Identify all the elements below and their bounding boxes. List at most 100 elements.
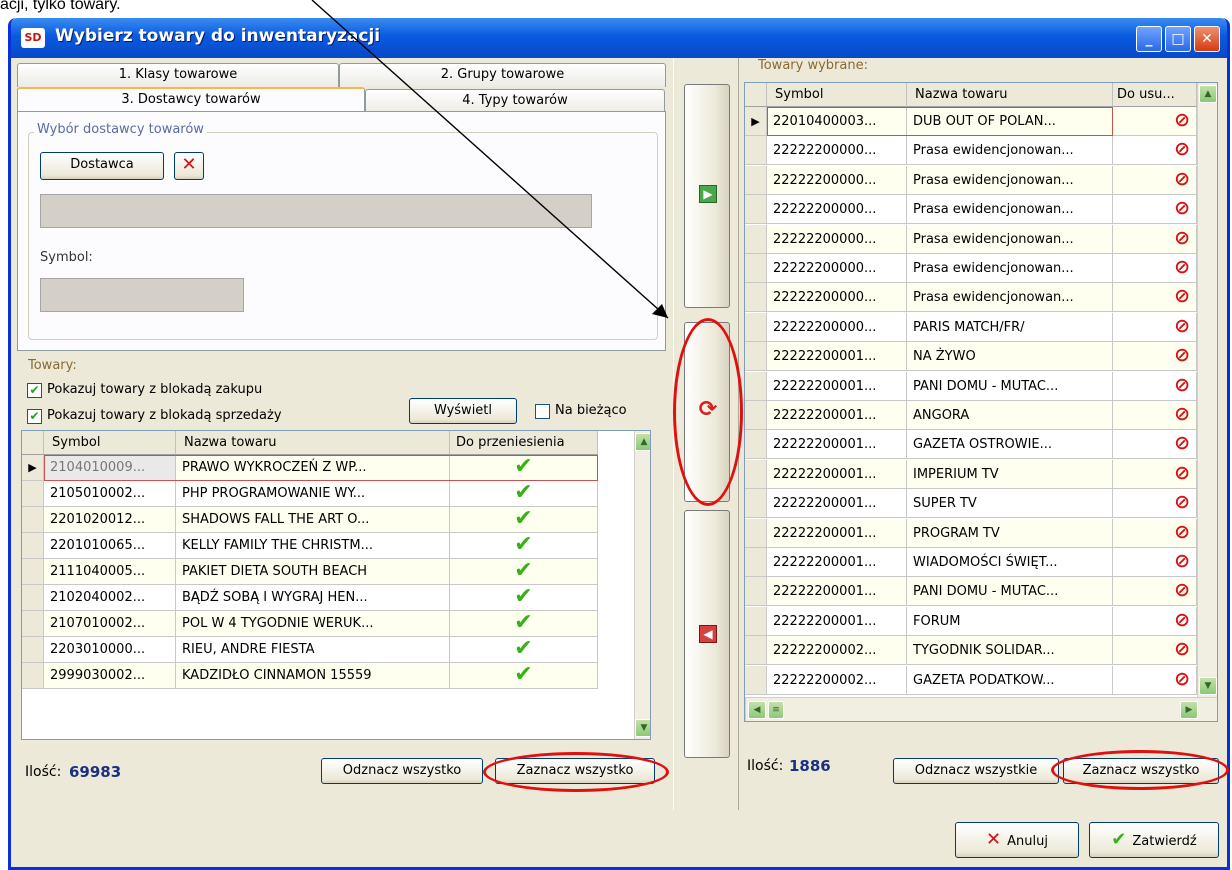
- table-cell-name[interactable]: Prasa ewidencjonowan...: [907, 165, 1113, 195]
- check-icon[interactable]: ✔: [450, 585, 598, 611]
- table-cell-symbol[interactable]: 22222200001...: [767, 518, 907, 548]
- table-cell-symbol[interactable]: 2102040002...: [44, 585, 176, 611]
- table-cell-name[interactable]: GAZETA PODATKOW...: [907, 665, 1113, 695]
- table-cell-symbol[interactable]: 22222200001...: [767, 430, 907, 460]
- table-cell-symbol[interactable]: 22222200001...: [767, 342, 907, 372]
- remove-icon[interactable]: ⊘: [1113, 548, 1197, 577]
- tab-suppliers[interactable]: 3. Dostawcy towarów: [17, 87, 365, 111]
- table-cell-symbol[interactable]: 2105010002...: [44, 481, 176, 507]
- clear-supplier-icon[interactable]: ✕: [174, 152, 204, 180]
- check-icon[interactable]: ✔: [450, 663, 598, 689]
- row-selector[interactable]: [745, 665, 767, 695]
- maximize-button[interactable]: □: [1165, 26, 1191, 52]
- table-cell-symbol[interactable]: 2203010000...: [44, 637, 176, 663]
- table-cell-symbol[interactable]: 22222200000...: [767, 224, 907, 254]
- row-selector[interactable]: ▶: [745, 107, 767, 136]
- remove-icon[interactable]: ⊘: [1113, 636, 1197, 666]
- symbol-field[interactable]: [40, 278, 244, 312]
- confirm-button[interactable]: ✔ Zatwierdź: [1089, 822, 1219, 858]
- table-cell-name[interactable]: PROGRAM TV: [907, 518, 1113, 548]
- supplier-button[interactable]: Dostawca: [40, 152, 164, 180]
- table-cell-symbol[interactable]: 22222200000...: [767, 136, 907, 166]
- table-cell-name[interactable]: KELLY FAMILY THE CHRISTM...: [176, 533, 450, 559]
- table-cell-name[interactable]: TYGODNIK SOLIDAR...: [907, 636, 1113, 666]
- table-cell-name[interactable]: PRAWO WYKROCZEŃ Z WP...: [176, 455, 450, 481]
- scroll-up-icon[interactable]: ▲: [1199, 85, 1217, 103]
- remove-icon[interactable]: ⊘: [1113, 224, 1197, 254]
- table-cell-symbol[interactable]: 22222200001...: [767, 606, 907, 636]
- table-cell-symbol[interactable]: 2104010009...: [44, 455, 176, 481]
- table-cell-name[interactable]: BĄDŹ SOBĄ I WYGRAJ HEN...: [176, 585, 450, 611]
- remove-icon[interactable]: ⊘: [1113, 430, 1197, 460]
- scroll-up-icon[interactable]: ▲: [635, 433, 650, 451]
- scroll-down-icon[interactable]: ▼: [635, 719, 650, 737]
- table-cell-symbol[interactable]: 22222200000...: [767, 195, 907, 225]
- check-icon[interactable]: ✔: [450, 455, 598, 481]
- table-cell-name[interactable]: SHADOWS FALL THE ART O...: [176, 507, 450, 533]
- live-checkbox[interactable]: ✔: [535, 404, 550, 419]
- column-header-symbol[interactable]: Symbol: [767, 83, 907, 107]
- remove-icon[interactable]: ⊘: [1113, 401, 1197, 430]
- table-cell-name[interactable]: PANI DOMU - MUTAC...: [907, 577, 1113, 607]
- row-selector[interactable]: [745, 254, 767, 283]
- column-header-transfer[interactable]: Do przeniesienia: [450, 431, 598, 455]
- row-selector[interactable]: [745, 518, 767, 548]
- table-cell-name[interactable]: Prasa ewidencjonowan...: [907, 254, 1113, 283]
- row-selector[interactable]: [22, 507, 44, 533]
- row-selector[interactable]: [22, 585, 44, 611]
- supplier-name-field[interactable]: [40, 194, 592, 228]
- table-cell-symbol[interactable]: 22222200000...: [767, 254, 907, 283]
- row-selector[interactable]: [745, 459, 767, 489]
- row-selector[interactable]: [745, 636, 767, 666]
- table-cell-symbol[interactable]: 2107010002...: [44, 611, 176, 637]
- table-cell-name[interactable]: WIADOMOŚCI ŚWIĘT...: [907, 548, 1113, 577]
- row-selector[interactable]: [745, 430, 767, 460]
- column-header-symbol[interactable]: Symbol: [44, 431, 176, 455]
- title-bar[interactable]: SD Wybierz towary do inwentaryzacji _ □ …: [11, 18, 1227, 58]
- move-left-button[interactable]: ◀: [684, 510, 730, 758]
- selected-vscrollbar[interactable]: ▲ ▼: [1197, 83, 1217, 697]
- scroll-thumb[interactable]: ≡: [768, 701, 784, 719]
- remove-icon[interactable]: ⊘: [1113, 371, 1197, 401]
- column-header-name[interactable]: Nazwa towaru: [907, 83, 1113, 107]
- tab-product-types[interactable]: 4. Typy towarów: [365, 89, 665, 113]
- cancel-button[interactable]: ✕ Anuluj: [955, 822, 1079, 858]
- table-cell-symbol[interactable]: 22222200001...: [767, 371, 907, 401]
- row-selector[interactable]: [745, 165, 767, 195]
- table-cell-name[interactable]: Prasa ewidencjonowan...: [907, 195, 1113, 225]
- table-cell-name[interactable]: Prasa ewidencjonowan...: [907, 283, 1113, 313]
- table-cell-symbol[interactable]: 22222200001...: [767, 459, 907, 489]
- table-cell-name[interactable]: PANI DOMU - MUTAC...: [907, 371, 1113, 401]
- table-cell-symbol[interactable]: 22222200000...: [767, 312, 907, 342]
- row-selector[interactable]: [745, 312, 767, 342]
- table-cell-name[interactable]: DUB OUT OF POLAN...: [907, 107, 1113, 136]
- table-cell-symbol[interactable]: 2201020012...: [44, 507, 176, 533]
- minimize-button[interactable]: _: [1136, 26, 1162, 52]
- row-selector[interactable]: [22, 637, 44, 663]
- column-header-name[interactable]: Nazwa towaru: [176, 431, 450, 455]
- remove-icon[interactable]: ⊘: [1113, 518, 1197, 548]
- row-selector[interactable]: [745, 548, 767, 577]
- remove-icon[interactable]: ⊘: [1113, 195, 1197, 225]
- remove-icon[interactable]: ⊘: [1113, 165, 1197, 195]
- row-selector[interactable]: [22, 611, 44, 637]
- check-icon[interactable]: ✔: [450, 533, 598, 559]
- scroll-right-icon[interactable]: ▶: [1180, 701, 1198, 719]
- row-selector[interactable]: [745, 342, 767, 372]
- table-cell-symbol[interactable]: 22222200000...: [767, 283, 907, 313]
- row-selector[interactable]: [22, 481, 44, 507]
- remove-icon[interactable]: ⊘: [1113, 254, 1197, 283]
- check-icon[interactable]: ✔: [450, 637, 598, 663]
- row-selector[interactable]: [745, 606, 767, 636]
- row-selector[interactable]: ▶: [22, 455, 44, 481]
- remove-icon[interactable]: ⊘: [1113, 665, 1197, 695]
- block-sale-checkbox[interactable]: ✔: [27, 409, 42, 424]
- table-cell-name[interactable]: POL W 4 TYGODNIE WERUK...: [176, 611, 450, 637]
- table-cell-name[interactable]: IMPERIUM TV: [907, 459, 1113, 489]
- table-cell-name[interactable]: SUPER TV: [907, 489, 1113, 519]
- row-selector[interactable]: [745, 195, 767, 225]
- row-selector[interactable]: [745, 489, 767, 519]
- close-button[interactable]: ✕: [1194, 26, 1220, 52]
- table-cell-symbol[interactable]: 22222200001...: [767, 401, 907, 430]
- scroll-left-icon[interactable]: ◀: [748, 701, 766, 719]
